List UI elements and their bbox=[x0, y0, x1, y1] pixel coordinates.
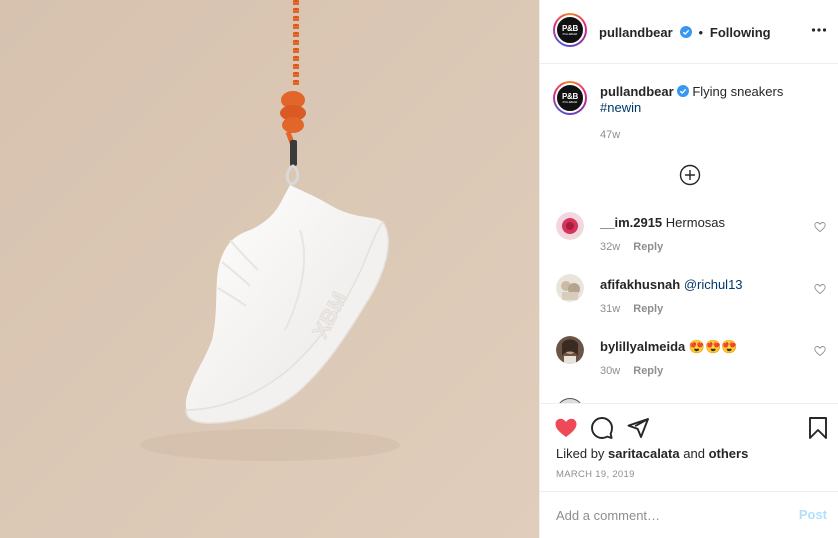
author-username[interactable]: pullandbear bbox=[599, 25, 673, 40]
reply-button[interactable]: Reply bbox=[633, 241, 663, 253]
avatar-logo-subtext: PULL&BEAR bbox=[562, 32, 578, 36]
liked-by-prefix: Liked by bbox=[556, 446, 605, 461]
comment-text: 😍😍😍 bbox=[688, 339, 738, 354]
comment-timestamp: 30w bbox=[600, 365, 621, 377]
verified-badge-icon bbox=[676, 85, 689, 97]
post-actions: Liked by saritacalata and others MARCH 1… bbox=[540, 403, 838, 491]
hanging-sneaker-photo: XBM bbox=[0, 0, 539, 538]
header-separator: • bbox=[698, 25, 704, 40]
heart-outline-icon[interactable] bbox=[814, 283, 826, 295]
post-sidebar: P&B PULL&BEAR pullandbear • Following P&… bbox=[539, 0, 838, 538]
comment-timestamp: 31w bbox=[600, 303, 621, 315]
post-button[interactable]: Post bbox=[799, 507, 827, 522]
avatar-logo-text: P&B bbox=[562, 23, 578, 33]
caption-avatar[interactable]: P&B PULL&BEAR bbox=[553, 81, 587, 115]
comment-item: afifakhusnah @richul13 31w Reply bbox=[556, 274, 826, 324]
caption-username[interactable]: pullandbear bbox=[600, 84, 674, 99]
post-image[interactable]: XBM bbox=[0, 0, 539, 538]
comment-text: Hermosas bbox=[665, 215, 726, 230]
comment-timestamp: 32w bbox=[600, 241, 621, 253]
comment-icon[interactable] bbox=[590, 416, 614, 440]
more-options-icon[interactable] bbox=[811, 22, 827, 40]
caption-text: Flying sneakers bbox=[692, 84, 784, 99]
commenter-avatar[interactable] bbox=[556, 212, 584, 240]
verified-badge-icon bbox=[679, 26, 692, 38]
following-button[interactable]: Following bbox=[710, 25, 771, 40]
liked-by-conj: and bbox=[683, 446, 705, 461]
comment-item: __im.2915 Hermosas 32w Reply bbox=[556, 212, 826, 262]
reply-button[interactable]: Reply bbox=[633, 303, 663, 315]
caption-avatar-logo-text: P&B bbox=[562, 91, 578, 101]
commenter-avatar[interactable] bbox=[556, 336, 584, 364]
share-icon[interactable] bbox=[626, 416, 650, 440]
caption-timestamp: 47w bbox=[600, 129, 621, 141]
caption-hashtag[interactable]: #newin bbox=[600, 100, 641, 115]
liked-by-summary: Liked by saritacalata and others bbox=[556, 446, 748, 461]
comment-item: bylillyalmeida 😍😍😍 30w Reply bbox=[556, 336, 826, 386]
post-header: P&B PULL&BEAR pullandbear • Following bbox=[540, 0, 838, 64]
comment-username[interactable]: __im.2915 bbox=[600, 215, 662, 230]
caption-avatar-logo-subtext: PULL&BEAR bbox=[562, 100, 578, 104]
heart-outline-icon[interactable] bbox=[814, 221, 826, 233]
add-comment-bar: Post bbox=[540, 491, 838, 538]
author-avatar[interactable]: P&B PULL&BEAR bbox=[553, 13, 587, 47]
heart-outline-icon[interactable] bbox=[814, 345, 826, 357]
liked-by-others[interactable]: others bbox=[709, 446, 749, 461]
comment-mention[interactable]: @richul13 bbox=[684, 277, 743, 292]
liked-by-user[interactable]: saritacalata bbox=[608, 446, 680, 461]
comment-username[interactable]: afifakhusnah bbox=[600, 277, 680, 292]
post-date: MARCH 19, 2019 bbox=[556, 469, 635, 480]
commenter-avatar[interactable] bbox=[556, 274, 584, 302]
bookmark-icon[interactable] bbox=[806, 416, 830, 440]
plus-circle-icon[interactable] bbox=[679, 164, 701, 186]
reply-button[interactable]: Reply bbox=[633, 365, 663, 377]
heart-filled-icon[interactable] bbox=[554, 416, 578, 440]
comment-input[interactable] bbox=[556, 505, 776, 525]
comment-username[interactable]: bylillyalmeida bbox=[600, 339, 685, 354]
